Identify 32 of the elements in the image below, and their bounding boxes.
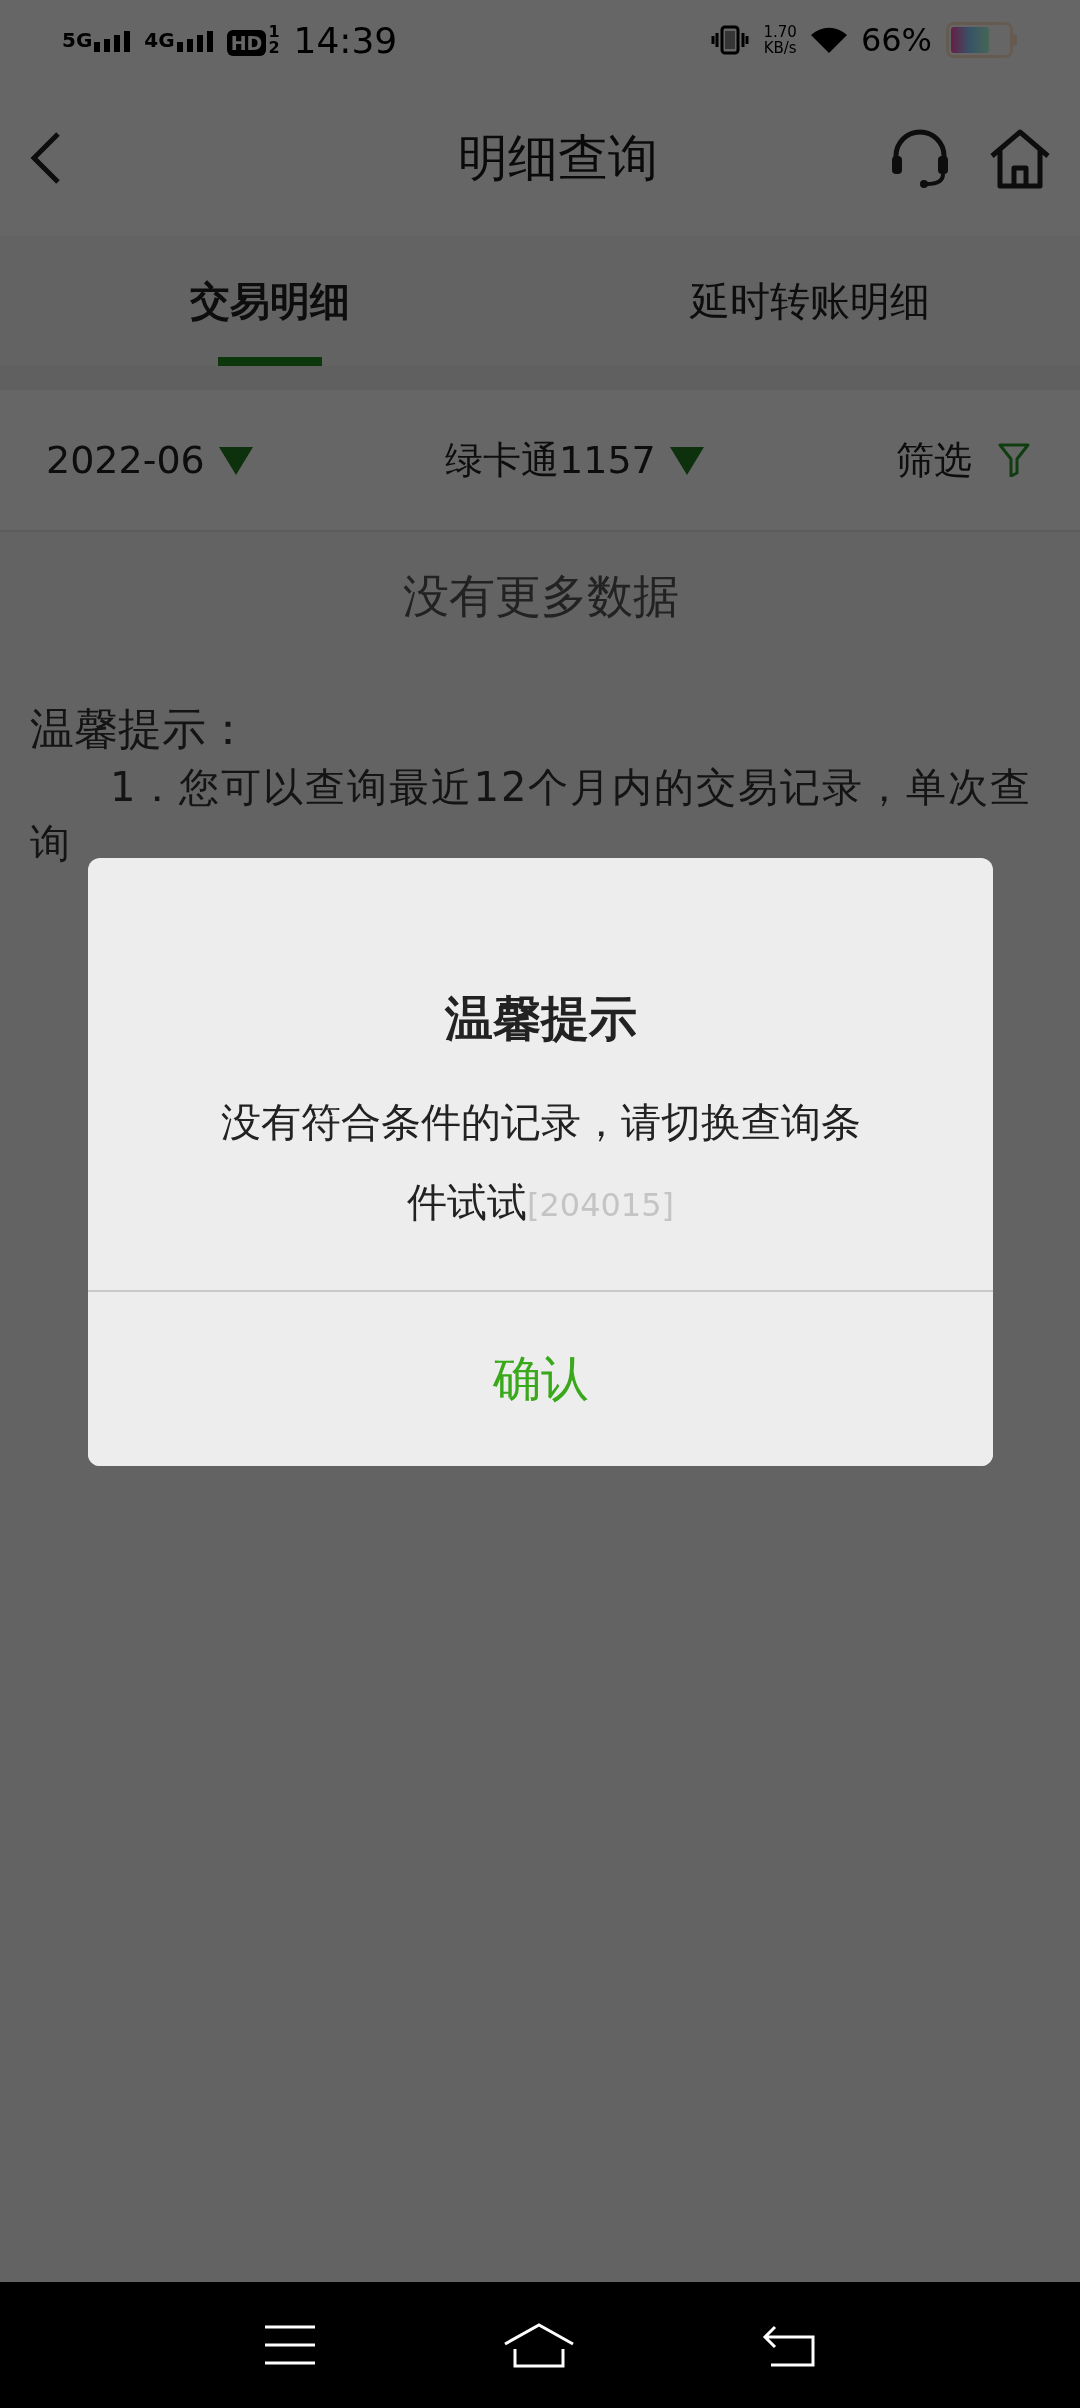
filter-button[interactable]: 筛选 xyxy=(896,434,1030,486)
page-title: 明细查询 xyxy=(458,127,658,189)
filter-icon xyxy=(998,443,1030,477)
signal-icon xyxy=(94,30,131,52)
hd-badge: HD xyxy=(226,30,267,56)
confirm-button[interactable]: 确认 xyxy=(88,1290,993,1466)
battery-icon xyxy=(946,22,1018,58)
tab[interactable]: 延时转账明细 xyxy=(540,236,1080,366)
tips-text: 1．您可以查询最近12个月内的交易记录，单次查询 xyxy=(30,763,1034,868)
signal-icon xyxy=(176,30,213,52)
menu-icon[interactable] xyxy=(263,2323,317,2367)
dropdown-button[interactable]: 2022-06 xyxy=(46,438,253,482)
back-icon[interactable] xyxy=(761,2323,817,2367)
sim-number: 1 xyxy=(268,24,280,40)
caret-icon xyxy=(669,445,704,475)
battery-percent: 66% xyxy=(860,21,932,59)
speed-unit: KB/s xyxy=(763,40,797,56)
home-icon[interactable] xyxy=(503,2322,575,2368)
vibrate-icon xyxy=(711,25,750,55)
dialog-title: 温馨提示 xyxy=(443,989,638,1048)
sim-number: 2 xyxy=(268,40,280,56)
network-label: 5G xyxy=(62,28,93,52)
tab[interactable]: 交易明细 xyxy=(0,236,540,366)
empty-message: 没有更多数据 xyxy=(402,568,680,625)
wifi-icon xyxy=(810,26,847,54)
tips-title: 温馨提示： xyxy=(30,702,251,756)
dropdown-button[interactable]: 绿卡通1157 xyxy=(445,434,704,486)
home-button[interactable] xyxy=(988,126,1052,190)
network-speed: 1.70 xyxy=(763,24,797,40)
clock: 14:39 xyxy=(293,19,398,61)
caret-icon xyxy=(218,445,253,475)
network-label: 4G xyxy=(144,28,175,52)
